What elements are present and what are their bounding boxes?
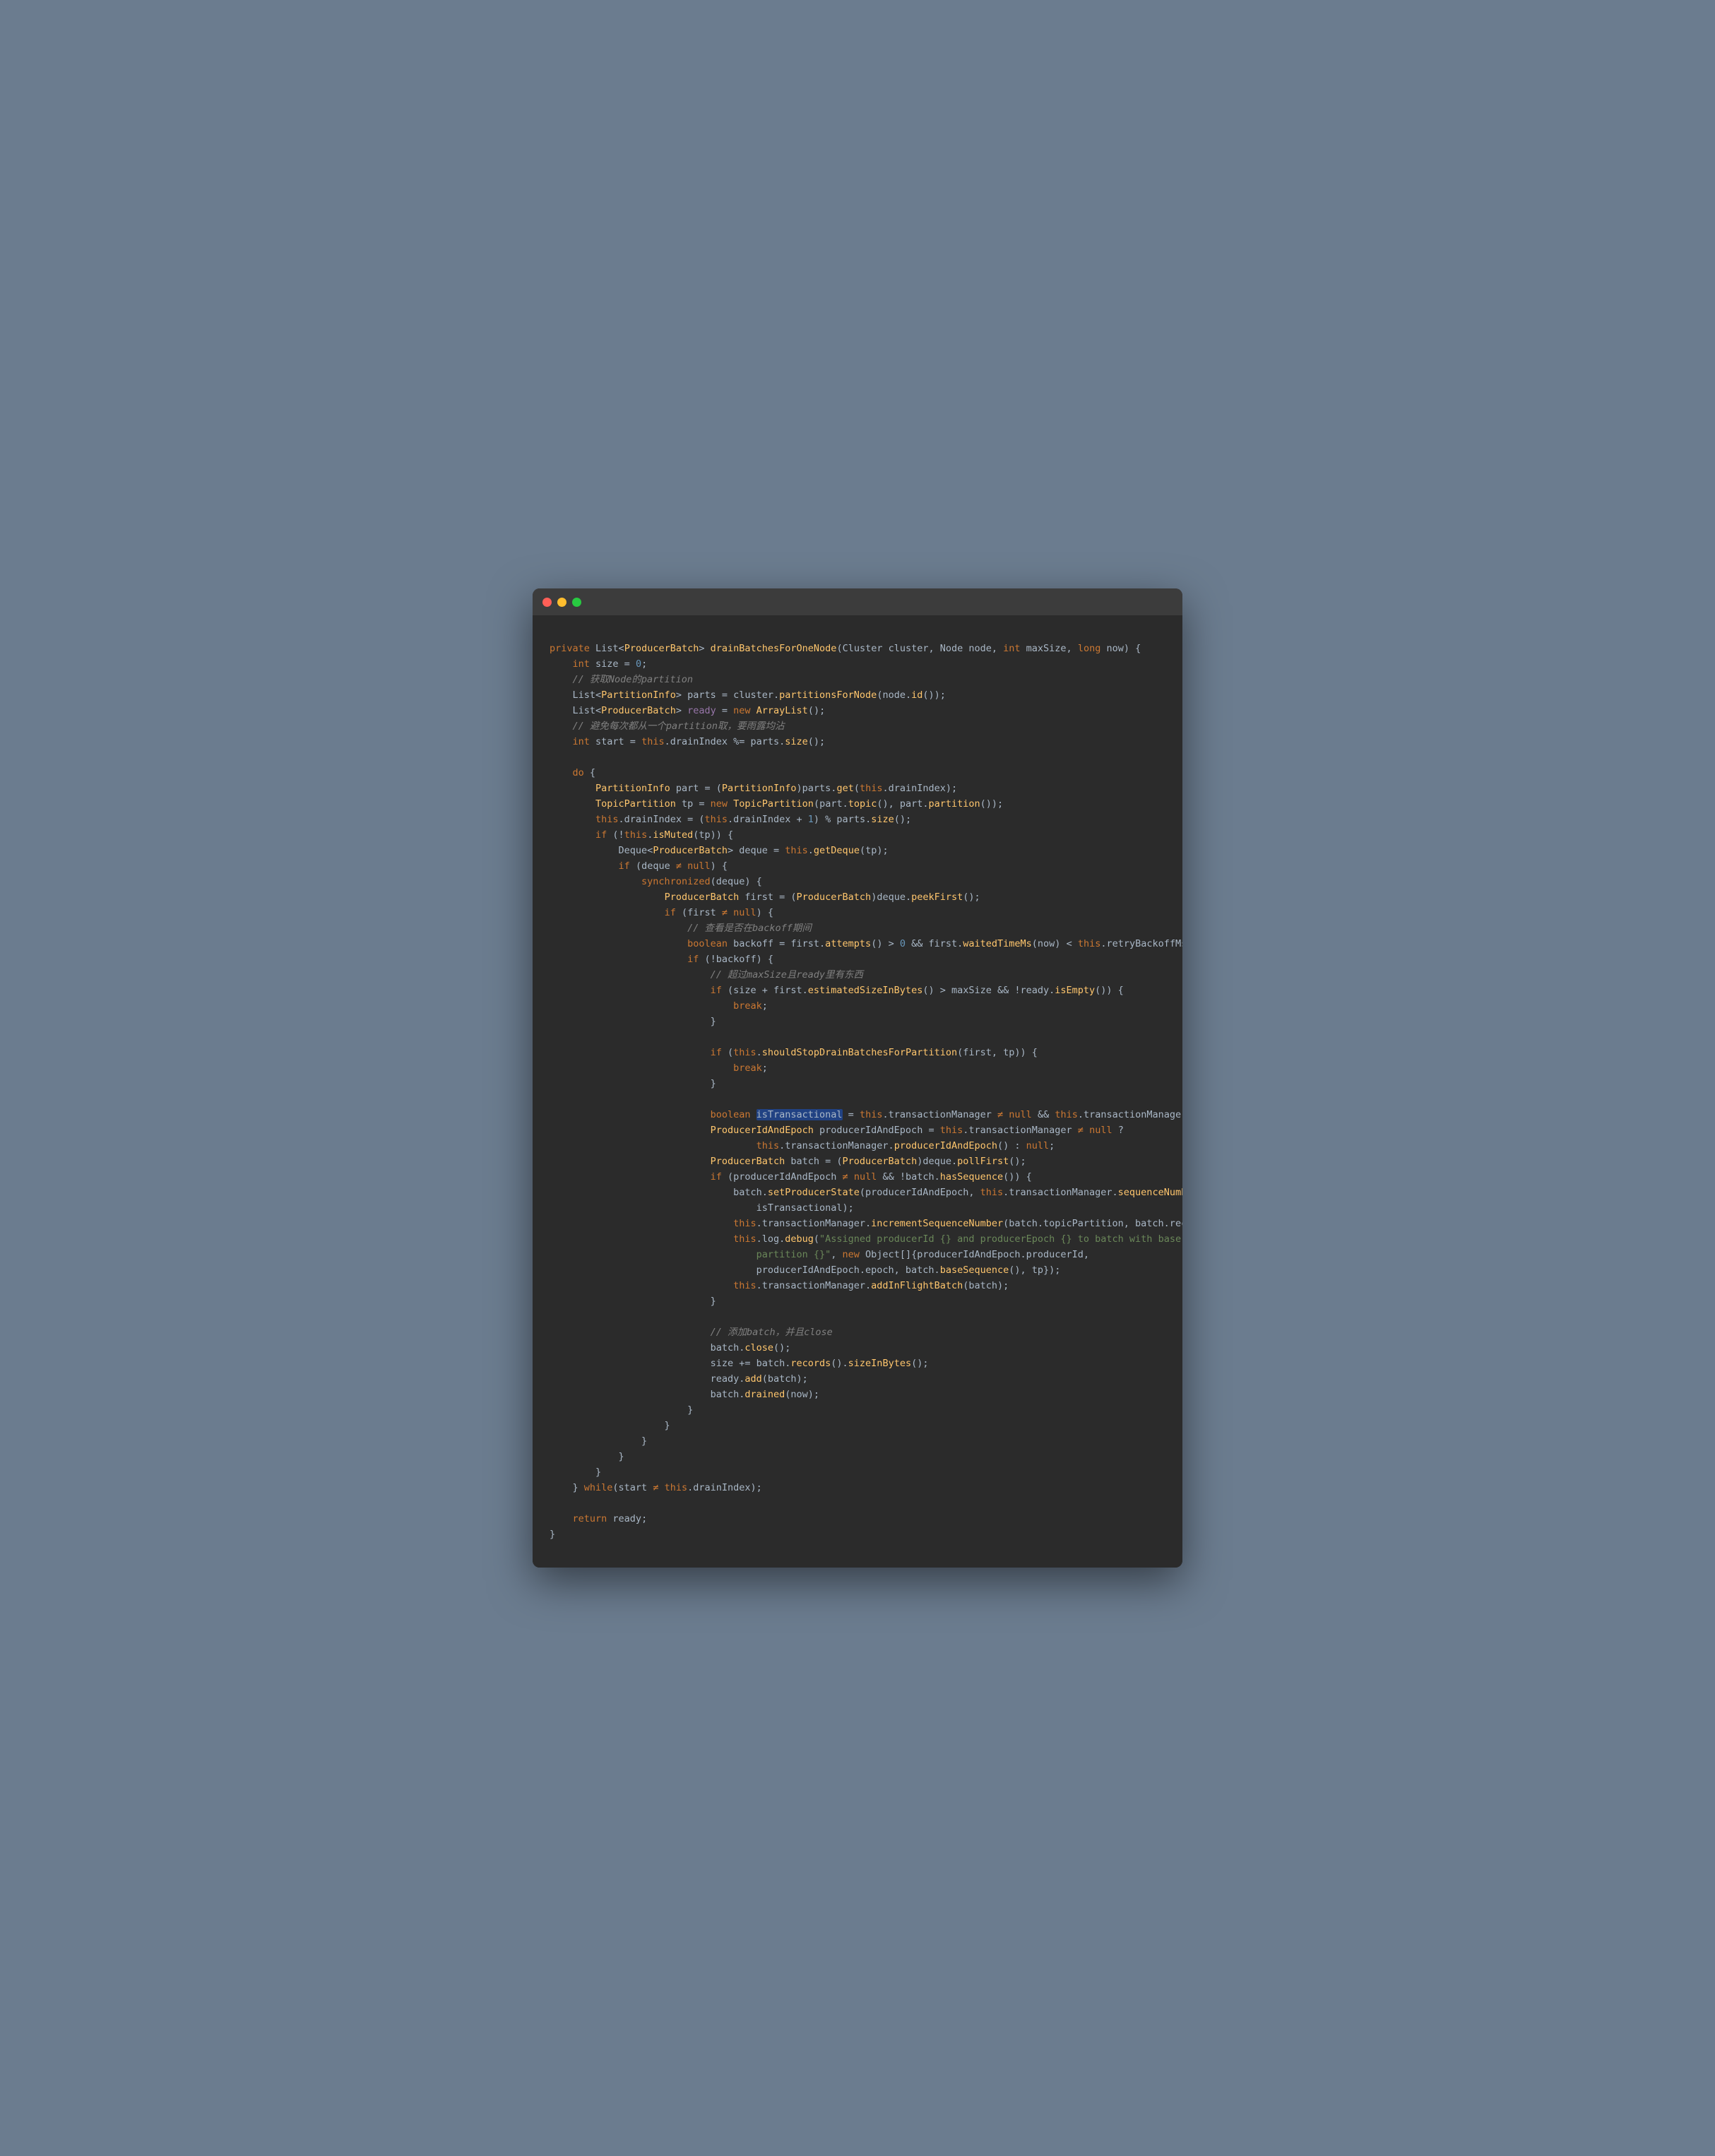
code-content: private List<ProducerBatch> drainBatches… — [533, 629, 1182, 1553]
minimize-button[interactable] — [557, 598, 566, 607]
titlebar — [533, 588, 1182, 615]
close-button[interactable] — [542, 598, 552, 607]
maximize-button[interactable] — [572, 598, 581, 607]
code-editor[interactable]: private List<ProducerBatch> drainBatches… — [533, 615, 1182, 1568]
editor-window: private List<ProducerBatch> drainBatches… — [533, 588, 1182, 1568]
